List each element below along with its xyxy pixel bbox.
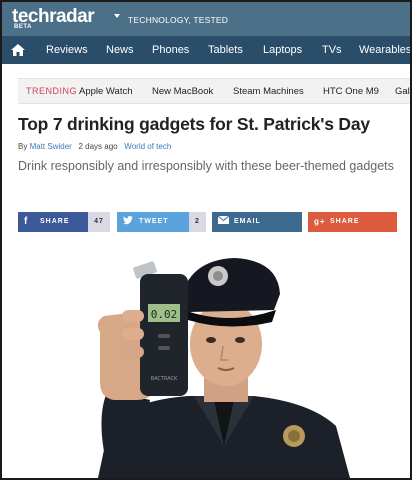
trending-item-new-macbook[interactable]: New MacBook [152, 86, 213, 97]
main-nav: Reviews News Phones Tablets Laptops TVs … [2, 36, 410, 64]
device-brand: BACTRACK [151, 376, 178, 382]
nav-item-tablets[interactable]: Tablets [208, 44, 243, 56]
twitter-icon [123, 216, 133, 228]
breathalyzer-readout: 0.02 [151, 308, 178, 321]
site-header: techradar BETA TECHNOLOGY, TESTED [2, 2, 410, 36]
trending-item-htc-one-m9[interactable]: HTC One M9 [323, 86, 379, 97]
twitter-tweet-button[interactable]: TWEET 2 [117, 212, 206, 232]
officer-face [190, 302, 262, 386]
byline-by: By [18, 142, 28, 151]
nav-item-wearables[interactable]: Wearables [359, 44, 410, 56]
facebook-share-button[interactable]: f SHARE 47 [18, 212, 110, 232]
section-link[interactable]: World of tech [124, 142, 171, 151]
twitter-tweet-count: 2 [189, 212, 206, 232]
page-frame: techradar BETA TECHNOLOGY, TESTED Review… [0, 0, 412, 480]
google-plus-share-label: SHARE [330, 218, 360, 225]
nav-item-tvs[interactable]: TVs [322, 44, 342, 56]
logo-dropdown-icon[interactable] [114, 14, 120, 18]
trending-item-steam-machines[interactable]: Steam Machines [233, 86, 304, 97]
nav-item-laptops[interactable]: Laptops [263, 44, 302, 56]
nav-item-reviews[interactable]: Reviews [46, 44, 88, 56]
trending-label: TRENDING [26, 86, 77, 96]
nav-item-news[interactable]: News [106, 44, 134, 56]
trending-bar: TRENDING Apple Watch New MacBook Steam M… [18, 78, 410, 104]
twitter-tweet-label: TWEET [139, 218, 169, 225]
facebook-share-label: SHARE [40, 218, 70, 225]
trending-item-apple-watch[interactable]: Apple Watch [79, 86, 133, 97]
article-subtitle: Drink responsibly and irresponsibly with… [18, 159, 394, 173]
home-icon[interactable] [10, 43, 26, 57]
published-time: 2 days ago [78, 142, 118, 151]
google-plus-icon: g+ [314, 217, 326, 226]
article-hero-image: 0.02 BACTRACK [18, 250, 394, 478]
site-tagline: TECHNOLOGY, TESTED [128, 15, 229, 25]
facebook-share-count: 47 [88, 212, 110, 232]
facebook-icon: f [24, 216, 29, 227]
trending-item-galaxy[interactable]: Gala [395, 86, 410, 97]
envelope-icon [217, 215, 230, 227]
email-share-button[interactable]: EMAIL [212, 212, 302, 232]
beta-label: BETA [14, 24, 32, 30]
nav-item-phones[interactable]: Phones [152, 44, 189, 56]
google-plus-share-button[interactable]: g+ SHARE [308, 212, 397, 232]
author-link[interactable]: Matt Swider [30, 142, 72, 151]
article-title: Top 7 drinking gadgets for St. Patrick's… [18, 114, 370, 134]
email-share-label: EMAIL [234, 218, 261, 225]
article-byline: By Matt Swider 2 days ago World of tech [18, 142, 171, 151]
